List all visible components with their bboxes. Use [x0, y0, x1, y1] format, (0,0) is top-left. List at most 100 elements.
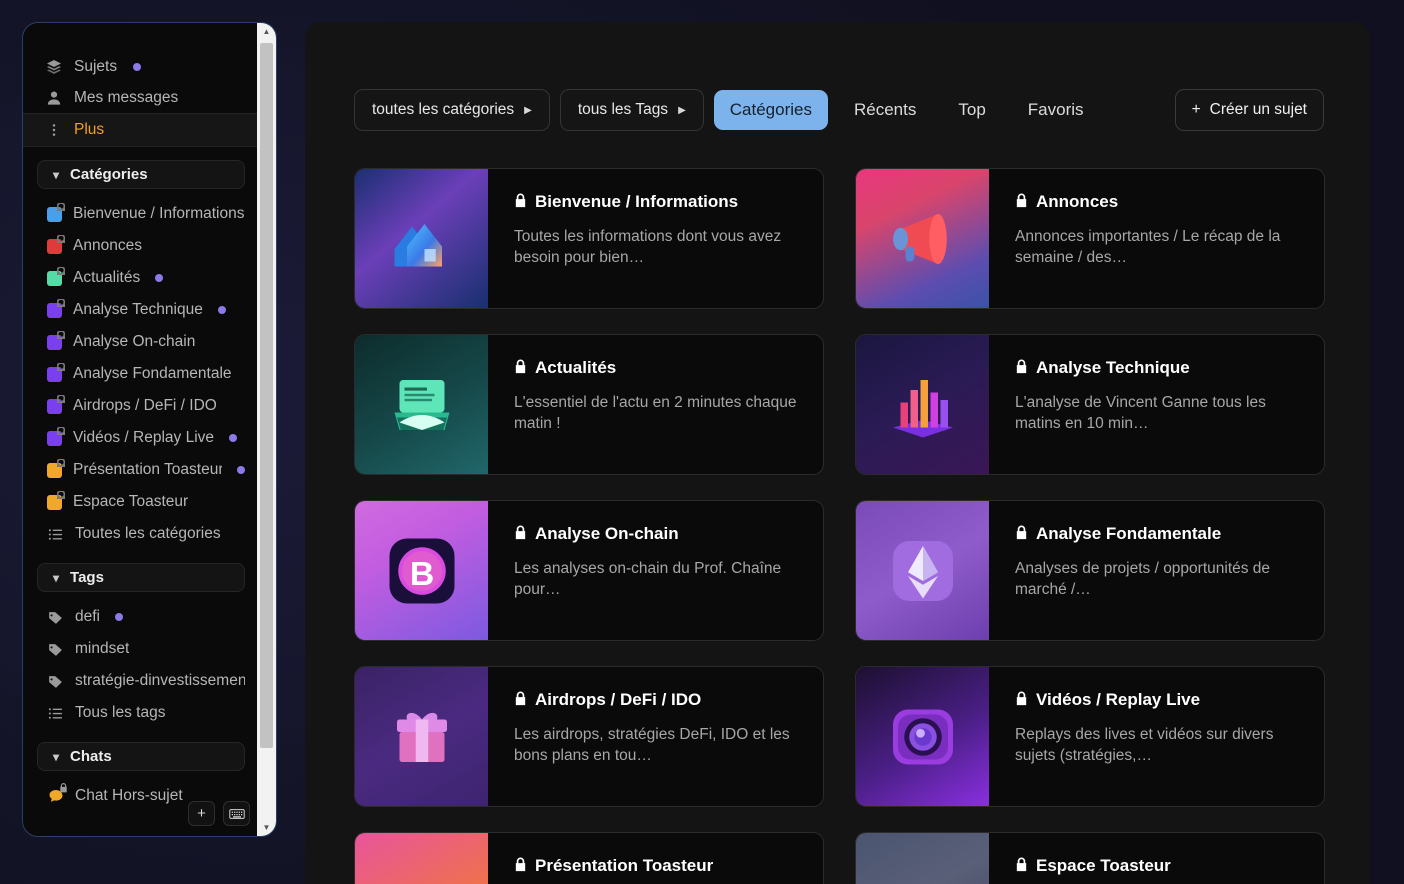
category-card-title-text: Vidéos / Replay Live [1036, 690, 1201, 709]
svg-text:B: B [409, 554, 433, 592]
sidebar-category-presentation-toasteur[interactable]: Présentation Toasteur [23, 454, 259, 486]
lock-icon [515, 857, 526, 872]
category-card-actualites[interactable]: Actualités L'essentiel de l'actu en 2 mi… [354, 334, 824, 475]
sidebar-item-label: Tous les tags [75, 704, 166, 721]
category-card-title: Espace Toasteur [1015, 855, 1300, 878]
category-square-icon [47, 238, 62, 254]
category-thumbnail: B [355, 501, 488, 640]
category-thumbnail [856, 501, 989, 640]
sidebar: Sujets Mes messages Plus ▾ Catégories Bi… [22, 22, 277, 837]
category-square-icon [47, 302, 62, 318]
sidebar-item-mes-messages[interactable]: Mes messages [23, 82, 259, 113]
category-card-description: Les airdrops, stratégies DeFi, IDO et le… [514, 725, 790, 765]
keyboard-shortcuts-button[interactable] [223, 801, 250, 826]
toaster-icon [382, 863, 462, 884]
lock-icon [60, 782, 67, 792]
category-card-body: Analyse Technique L'analyse de Vincent G… [989, 335, 1324, 474]
sidebar-category-videos-replay-live[interactable]: Vidéos / Replay Live [23, 422, 259, 454]
bitcoin-icon: B [389, 538, 454, 603]
tag-icon [47, 673, 64, 690]
category-square-icon [47, 494, 62, 510]
category-square-icon [47, 334, 62, 350]
category-card-description: L'analyse de Vincent Ganne tous les mati… [1015, 393, 1266, 433]
sidebar-category-espace-toasteur[interactable]: Espace Toasteur [23, 486, 259, 518]
category-card-title-text: Espace Toasteur [1036, 856, 1171, 875]
category-card-videos-replay-live[interactable]: Vidéos / Replay Live Replays des lives e… [855, 666, 1325, 807]
category-card-airdrops-defi-ido[interactable]: Airdrops / DeFi / IDO Les airdrops, stra… [354, 666, 824, 807]
category-card-description: Analyses de projets / opportunités de ma… [1015, 559, 1271, 599]
sidebar-item-label: Vidéos / Replay Live [73, 429, 215, 446]
bread-icon [883, 863, 963, 884]
tab-top[interactable]: Top [942, 90, 1001, 130]
sidebar-item-label: Annonces [73, 237, 142, 254]
sidebar-section-label: Chats [70, 748, 112, 765]
sidebar-item-label: Espace Toasteur [73, 493, 189, 510]
sidebar-section-label: Catégories [70, 166, 148, 183]
tab-label: Top [958, 100, 986, 119]
tab-categories[interactable]: Catégories [713, 90, 828, 130]
sidebar-section-tags[interactable]: ▾ Tags [37, 563, 245, 592]
category-card-title-text: Analyse Technique [1036, 358, 1190, 377]
sidebar-item-plus[interactable]: Plus [23, 113, 259, 147]
category-card-title-text: Analyse On-chain [535, 524, 679, 543]
scroll-up-arrow-icon[interactable]: ▲ [257, 23, 276, 40]
sidebar-category-bienvenue-informations[interactable]: Bienvenue / Informations [23, 198, 259, 230]
sidebar-section-categories[interactable]: ▾ Catégories [37, 160, 245, 189]
category-card-annonces[interactable]: Annonces Annonces importantes / Le récap… [855, 168, 1325, 309]
lock-icon [515, 359, 526, 374]
sidebar-item-label: Chat Hors-sujet [75, 787, 183, 804]
category-card-analyse-technique[interactable]: Analyse Technique L'analyse de Vincent G… [855, 334, 1325, 475]
sidebar-item-label: Analyse On-chain [73, 333, 196, 350]
sidebar-item-sujets[interactable]: Sujets [23, 51, 259, 82]
sidebar-tag-mindset[interactable]: mindset [23, 633, 259, 665]
list-icon [47, 526, 64, 543]
sidebar-category-analyse-fondamentale[interactable]: Analyse Fondamentale [23, 358, 259, 390]
sidebar-category-analyse-on-chain[interactable]: Analyse On-chain [23, 326, 259, 358]
category-card-title: Actualités [514, 357, 799, 380]
sidebar-category-analyse-technique[interactable]: Analyse Technique [23, 294, 259, 326]
category-card-analyse-fondamentale[interactable]: Analyse Fondamentale Analyses de projets… [855, 500, 1325, 641]
filter-label: toutes les catégories [372, 101, 515, 118]
sidebar-all-categories[interactable]: Toutes les catégories [23, 518, 259, 550]
filter-tags-dropdown[interactable]: tous les Tags ▶ [559, 89, 704, 131]
sidebar-tag-strategie-dinvestissement[interactable]: stratégie-dinvestissement [23, 665, 259, 697]
sidebar-section-chats[interactable]: ▾ Chats [37, 742, 245, 771]
sidebar-scroll-content: Sujets Mes messages Plus ▾ Catégories Bi… [23, 23, 259, 836]
category-card-presentation-toasteur[interactable]: Présentation Toasteur [354, 832, 824, 884]
sidebar-category-annonces[interactable]: Annonces [23, 230, 259, 262]
category-card-title-text: Actualités [535, 358, 617, 377]
category-card-bienvenue-informations[interactable]: Bienvenue / Informations Toutes les info… [354, 168, 824, 309]
sidebar-tag-defi[interactable]: defi [23, 601, 259, 633]
tab-recents[interactable]: Récents [838, 90, 932, 130]
category-card-description: Les analyses on-chain du Prof. Chaîne po… [514, 559, 782, 599]
lock-icon [1016, 857, 1027, 872]
category-card-analyse-on-chain[interactable]: B Analyse On-chain Les analyses on-chain… [354, 500, 824, 641]
create-topic-button[interactable]: + Créer un sujet [1174, 89, 1324, 131]
tab-label: Catégories [729, 100, 812, 119]
add-button[interactable]: + [188, 801, 215, 826]
sidebar-scrollbar[interactable]: ▲ ▼ [257, 23, 276, 836]
unread-dot [229, 434, 238, 442]
scrollbar-thumb[interactable] [260, 43, 273, 748]
filter-categories-dropdown[interactable]: toutes les catégories ▶ [354, 89, 550, 131]
unread-dot [237, 466, 245, 474]
sidebar-category-airdrops-defi-ido[interactable]: Airdrops / DeFi / IDO [23, 390, 259, 422]
sidebar-item-label: Analyse Fondamentale [73, 365, 232, 382]
category-card-description: L'essentiel de l'actu en 2 minutes chaqu… [514, 393, 797, 433]
category-thumbnail [355, 833, 488, 884]
category-thumbnail [355, 335, 488, 474]
keyboard-icon [228, 808, 245, 819]
chevron-down-icon: ▾ [53, 749, 60, 764]
category-card-espace-toasteur[interactable]: Espace Toasteur [855, 832, 1325, 884]
category-card-body: Actualités L'essentiel de l'actu en 2 mi… [488, 335, 823, 474]
sidebar-item-label: Analyse Technique [73, 301, 203, 318]
lock-icon [1016, 525, 1027, 540]
category-card-title-text: Présentation Toasteur [535, 856, 714, 875]
house-icon [394, 223, 442, 266]
caret-right-icon: ▶ [678, 104, 686, 116]
sidebar-category-actualites[interactable]: Actualités [23, 262, 259, 294]
scroll-down-arrow-icon[interactable]: ▼ [257, 819, 276, 836]
sidebar-all-tags[interactable]: Tous les tags [23, 697, 259, 729]
category-card-body: Analyse On-chain Les analyses on-chain d… [488, 501, 823, 640]
tab-favoris[interactable]: Favoris [1012, 90, 1100, 130]
